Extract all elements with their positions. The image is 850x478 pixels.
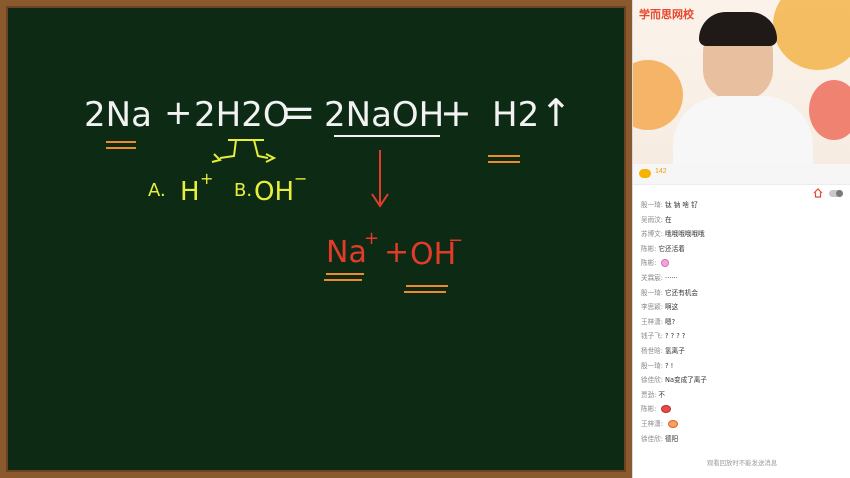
chat-message: 陈彬: 它还活着: [641, 242, 821, 257]
equation-gas-arrow: ↑: [540, 91, 572, 135]
chat-text: 哦哦哦哦哦哦: [665, 230, 705, 239]
equation-equals: =: [282, 90, 316, 136]
chat-text: 钛 钠 啥 钌: [665, 201, 698, 209]
blackboard: 2Na + 2H2O = 2NaOH + H2 ↑ A. H + B. OH −…: [6, 6, 626, 472]
chat-author: 徐佳欣:: [641, 376, 664, 385]
equation-reactant-water: 2H2O: [194, 95, 290, 135]
blackboard-frame: 2Na + 2H2O = 2NaOH + H2 ↑ A. H + B. OH −…: [0, 0, 632, 478]
chat-author: 殷一琦:: [641, 361, 664, 370]
water-bond-bracket: [211, 139, 277, 163]
chat-message: 徐佳欣: 德阳: [641, 432, 821, 447]
chat-author: 钱子飞:: [641, 332, 664, 341]
chat-message: 王梓潇:: [641, 417, 821, 432]
viewer-badge-icon: [639, 169, 651, 178]
chat-list: 殷一琦: 钛 钠 啥 钌吴雨汶: 在苏博文: 哦哦哦哦哦哦 陈彬: 它还活着 陈彬: 关霖宸:…: [641, 198, 821, 448]
chat-text: ······: [665, 273, 678, 282]
chat-toggle[interactable]: [829, 190, 843, 197]
option-b-label: B.: [234, 180, 252, 201]
ion-na: Na: [326, 235, 367, 270]
equation-product-naoh: 2NaOH: [324, 95, 444, 135]
chat-message: 陈彬:: [641, 256, 821, 271]
chat-message: 关霖宸: ······: [641, 271, 821, 286]
balance-marks: [106, 141, 520, 163]
ion-plus: +: [384, 235, 409, 270]
chat-author: 殷一琦:: [641, 201, 664, 209]
chat-text: 它还活着: [658, 244, 685, 253]
chat-message: 李思颖: 啊这: [641, 300, 821, 315]
chat-author: 吴雨汶:: [641, 215, 664, 224]
chat-text: ? !: [665, 361, 674, 370]
decor-balloon: [633, 60, 683, 130]
brand-logo: 学而思网校: [639, 9, 694, 21]
chat-text: 它还有机会: [665, 288, 698, 297]
chat-author: 苏博文:: [641, 230, 664, 239]
chat-message: 贾劲: 不: [641, 388, 821, 403]
home-icon[interactable]: [813, 188, 823, 198]
chat-text: ? ? ? ?: [665, 332, 686, 341]
chat-author: 徐佳欣:: [641, 434, 664, 443]
equation-plus-2: +: [440, 91, 472, 135]
chat-message: 钱子飞:? ? ? ?: [641, 329, 821, 344]
chat-message: 王梓潇: 嗯?: [641, 315, 821, 330]
chalk-writing: 2Na + 2H2O = 2NaOH + H2 ↑ A. H + B. OH −…: [84, 90, 572, 293]
viewer-info-bar: 142: [633, 164, 850, 185]
chat-text: 在: [665, 215, 672, 224]
chat-author: 关霖宸:: [641, 273, 664, 282]
sticker-icon: [668, 419, 679, 428]
chat-message: 殷一琦:? !: [641, 359, 821, 374]
replay-notice: 观看回放时不能发送消息: [706, 459, 778, 467]
equation-plus-1: +: [164, 93, 193, 133]
chat-message: 杨世晗: 氢离子: [641, 344, 821, 359]
chat-message: 陈彬:: [641, 402, 821, 417]
decor-balloon: [809, 80, 850, 140]
chat-text: Na变成了离子: [665, 376, 707, 385]
option-b-charge: −: [294, 169, 307, 188]
chat-message: 苏博文: 哦哦哦哦哦哦: [641, 227, 821, 242]
chat-message: 吴雨汶: 在: [641, 213, 821, 228]
option-a-charge: +: [200, 169, 213, 188]
chat-text: 啊这: [665, 303, 679, 312]
chat-message: 徐佳欣: Na变成了离子: [641, 373, 821, 388]
equation-product-h2: H2: [492, 95, 539, 135]
chat-message: 殷一琦: 它还有机会: [641, 286, 821, 301]
chat-author: 陈彬:: [641, 259, 657, 268]
sticker-icon: [661, 405, 672, 414]
chat-author: 杨世晗:: [641, 346, 664, 355]
chat-author: 王梓潇:: [641, 317, 664, 326]
chat-author: 陈彬:: [641, 244, 657, 253]
chat-text: 不: [658, 390, 666, 399]
chat-message: 殷一琦: 钛 钠 啥 钌: [641, 198, 821, 213]
side-panel: 学而思网校 142 殷一琦: 钛 钠 啥 钌吴雨汶: 在苏博文: 哦哦哦哦哦哦 陈彬: 它…: [632, 0, 850, 478]
teacher-hair: [699, 12, 777, 46]
sticker-icon: [661, 259, 670, 268]
chat-author: 殷一琦:: [641, 288, 664, 297]
chat-tools: [633, 184, 850, 198]
option-a-label: A.: [148, 180, 166, 201]
chat-author: 李思颖:: [641, 303, 664, 312]
chat-text: 德阳: [665, 434, 679, 443]
down-arrow-icon: [371, 150, 389, 208]
option-a-value: H: [180, 177, 200, 207]
ion-na-charge: +: [364, 228, 379, 249]
decor-balloon: [773, 0, 850, 70]
equation-reactant-na: 2Na: [84, 95, 152, 135]
chat-author: 贾劲:: [641, 390, 657, 399]
chat-text: 氢离子: [665, 346, 685, 355]
viewer-count: 142: [655, 168, 667, 175]
chat-author: 陈彬:: [641, 405, 657, 414]
chat-author: 王梓潇:: [641, 419, 664, 428]
teacher-video: 学而思网校: [633, 0, 850, 164]
chat-text: 嗯?: [665, 317, 676, 326]
teacher-shirt: [673, 96, 813, 164]
ion-underline-marks: [324, 273, 448, 293]
option-b-value: OH: [254, 177, 294, 207]
ion-oh-charge: −: [448, 230, 463, 251]
